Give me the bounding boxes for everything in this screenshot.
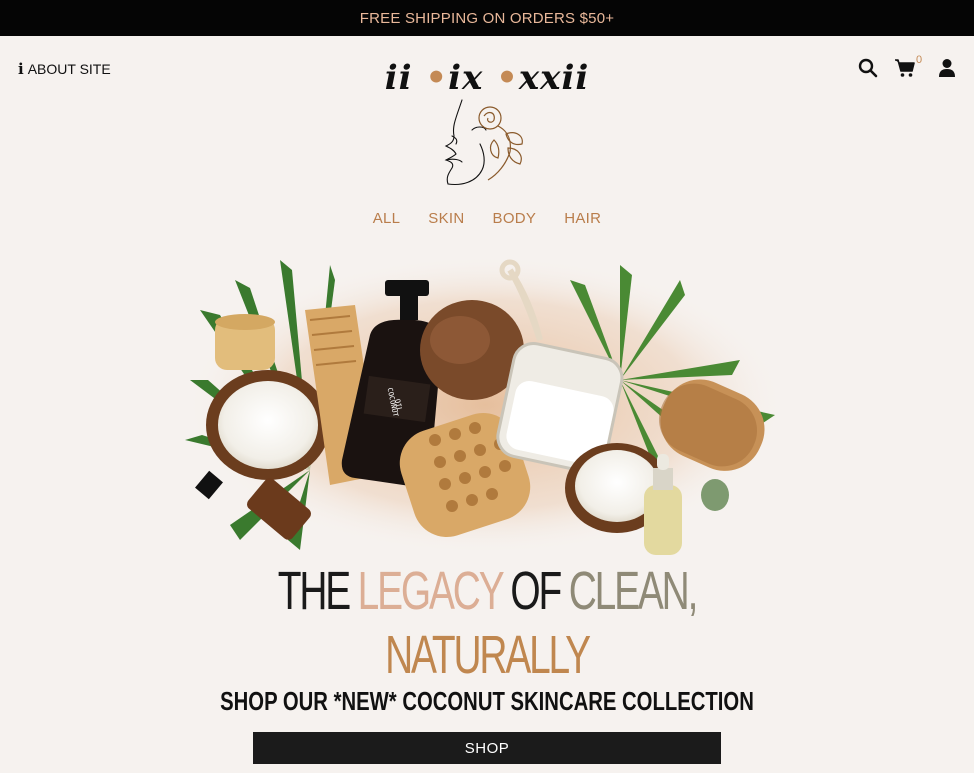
headline-word-clean: CLEAN,	[568, 561, 699, 621]
brand-dot-1: •	[425, 58, 449, 98]
hero-product-image: COCONUT OIL	[185, 255, 785, 555]
cart-icon[interactable]: 0	[894, 54, 922, 78]
promo-text: FREE SHIPPING ON ORDERS $50+	[359, 9, 615, 27]
nav-item-body[interactable]: BODY	[493, 210, 537, 227]
coconut-half-left	[206, 370, 330, 480]
headline-word-legacy: LEGACY	[357, 561, 504, 621]
brand-dot-2: •	[496, 58, 519, 98]
nav-item-skin[interactable]: SKIN	[428, 210, 464, 227]
subheadline-new: *NEW*	[333, 686, 397, 716]
hero-headline-line-2: NATURALLY	[385, 625, 591, 685]
site-header: i ABOUT SITE ii •ix •xxii 0	[0, 36, 974, 206]
brand-part-3: xxii	[518, 58, 590, 98]
about-site-link[interactable]: i ABOUT SITE	[18, 60, 111, 78]
nav-item-hair[interactable]: HAIR	[564, 210, 601, 227]
about-site-label: ABOUT SITE	[27, 61, 111, 77]
hero-subheadline: SHOP OUR *NEW* COCONUT SKINCARE COLLECTI…	[107, 686, 867, 717]
hero-headline-line-1: THE LEGACY OF CLEAN,	[136, 560, 837, 622]
category-nav: ALL SKIN BODY HAIR	[0, 210, 974, 227]
promo-bar: FREE SHIPPING ON ORDERS $50+	[0, 0, 974, 36]
headline-word-the: THE	[277, 561, 351, 621]
header-icons: 0	[858, 54, 958, 78]
info-icon: i	[18, 60, 24, 78]
shop-button[interactable]: SHOP	[253, 732, 721, 764]
brand-part-1: ii	[384, 58, 413, 98]
nav-item-all[interactable]: ALL	[373, 210, 401, 227]
subheadline-pre: SHOP OUR	[220, 686, 328, 716]
face-rose-logo	[444, 99, 523, 186]
cart-count: 0	[916, 54, 923, 66]
headline-word-of: OF	[510, 561, 562, 621]
user-icon[interactable]	[938, 58, 958, 78]
brand-part-2: ix	[448, 58, 484, 98]
subheadline-post: COCONUT SKINCARE COLLECTION	[402, 686, 754, 716]
search-icon[interactable]	[858, 58, 878, 78]
brand-logo[interactable]: ii •ix •xxii	[372, 46, 602, 196]
brand-wordmark: ii •ix •xxii	[372, 58, 602, 98]
